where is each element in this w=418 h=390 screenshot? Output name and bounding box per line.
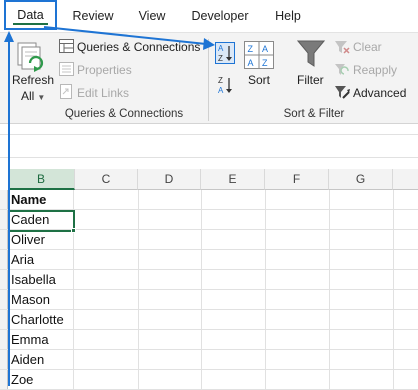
table-row: Mason bbox=[0, 290, 418, 310]
properties-icon bbox=[59, 62, 74, 76]
advanced-button[interactable]: Advanced bbox=[353, 86, 406, 100]
table-row: Name bbox=[0, 190, 418, 210]
clear-filter-icon bbox=[334, 39, 350, 55]
sort-a-to-z-icon[interactable]: A Z bbox=[215, 42, 235, 64]
header-cell-name[interactable]: Name bbox=[8, 190, 74, 210]
worksheet-grid: B C D E F G Name Caden Oliver Aria Isabe… bbox=[0, 169, 418, 390]
column-header-b[interactable]: B bbox=[8, 169, 75, 190]
cell[interactable]: Emma bbox=[8, 330, 74, 350]
table-row: Charlotte bbox=[0, 310, 418, 330]
chevron-down-icon: ▼ bbox=[37, 93, 46, 102]
cell[interactable]: Aiden bbox=[8, 350, 74, 370]
column-header-e[interactable]: E bbox=[201, 169, 265, 190]
column-header-f[interactable]: F bbox=[265, 169, 329, 190]
edit-links-button[interactable]: Edit Links bbox=[77, 86, 129, 100]
sort-button[interactable]: Sort bbox=[248, 73, 270, 87]
table-row: Emma bbox=[0, 330, 418, 350]
refresh-all-sub: All bbox=[21, 89, 35, 103]
ribbon-tab-bar: Data Review View Developer Help bbox=[0, 0, 418, 32]
table-row: Isabella bbox=[0, 270, 418, 290]
sort-dialog-icon[interactable]: Z A A Z bbox=[244, 41, 274, 69]
reapply-icon bbox=[334, 62, 350, 78]
formula-bar[interactable] bbox=[0, 134, 418, 158]
svg-text:A: A bbox=[262, 44, 268, 54]
cell[interactable]: Charlotte bbox=[8, 310, 74, 330]
table-row: Aria bbox=[0, 250, 418, 270]
cell[interactable]: Aria bbox=[8, 250, 74, 270]
sort-z-to-a-icon[interactable]: Z A bbox=[216, 74, 236, 96]
tab-data[interactable]: Data bbox=[4, 0, 57, 30]
queries-group-label: Queries & Connections bbox=[64, 108, 184, 120]
table-row: Oliver bbox=[0, 230, 418, 250]
filter-button[interactable]: Filter bbox=[297, 73, 324, 87]
svg-text:Z: Z bbox=[218, 76, 223, 85]
fill-handle[interactable] bbox=[71, 228, 76, 233]
tab-help[interactable]: Help bbox=[266, 0, 310, 32]
svg-text:A: A bbox=[218, 86, 224, 95]
group-separator bbox=[208, 39, 209, 121]
reapply-button[interactable]: Reapply bbox=[353, 63, 397, 77]
svg-text:A: A bbox=[248, 58, 254, 68]
column-header-partial bbox=[393, 169, 418, 190]
table-row: Zoe bbox=[0, 370, 418, 390]
svg-text:Z: Z bbox=[262, 58, 268, 68]
svg-text:Z: Z bbox=[248, 44, 254, 54]
table-row: Aiden bbox=[0, 350, 418, 370]
sort-filter-group-label: Sort & Filter bbox=[283, 108, 345, 120]
svg-text:Z: Z bbox=[218, 54, 223, 63]
clear-button[interactable]: Clear bbox=[353, 40, 382, 54]
tab-view[interactable]: View bbox=[130, 0, 174, 32]
queries-connections-button[interactable]: Queries & Connections bbox=[77, 40, 200, 54]
tab-developer[interactable]: Developer bbox=[183, 0, 257, 32]
column-header-d[interactable]: D bbox=[138, 169, 201, 190]
queries-connections-icon bbox=[59, 39, 74, 53]
properties-button[interactable]: Properties bbox=[77, 63, 132, 77]
cell[interactable]: Oliver bbox=[8, 230, 74, 250]
edit-links-icon bbox=[59, 84, 74, 99]
active-cell-outline bbox=[8, 210, 75, 232]
column-header-g[interactable]: G bbox=[329, 169, 393, 190]
filter-funnel-icon[interactable] bbox=[296, 39, 326, 69]
refresh-all-sublabel[interactable]: All ▼ bbox=[21, 89, 45, 103]
cell[interactable]: Isabella bbox=[8, 270, 74, 290]
ribbon: Refresh All ▼ Queries & Connections Prope… bbox=[0, 32, 418, 124]
advanced-filter-icon bbox=[334, 84, 350, 100]
tab-review[interactable]: Review bbox=[66, 0, 120, 32]
cell[interactable]: Mason bbox=[8, 290, 74, 310]
column-header-c[interactable]: C bbox=[75, 169, 138, 190]
cell[interactable]: Zoe bbox=[8, 370, 74, 390]
svg-text:A: A bbox=[218, 44, 224, 53]
refresh-all-label[interactable]: Refresh bbox=[12, 73, 54, 87]
refresh-all-icon[interactable] bbox=[16, 41, 46, 75]
